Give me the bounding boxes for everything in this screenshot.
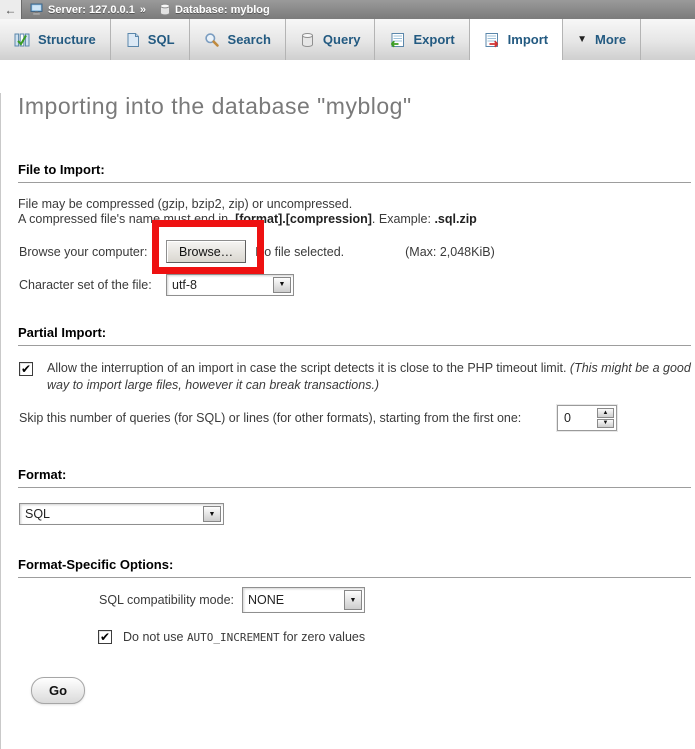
tab-query[interactable]: Query xyxy=(286,19,376,60)
checkmark-icon: ✔ xyxy=(100,632,110,642)
section-heading-format-specific: Format-Specific Options: xyxy=(18,557,691,578)
tab-export[interactable]: Export xyxy=(375,19,469,60)
max-upload-size: (Max: 2,048KiB) xyxy=(405,245,495,259)
compression-note: File may be compressed (gzip, bzip2, zip… xyxy=(18,197,695,212)
charset-label: Character set of the file: xyxy=(19,278,166,292)
tab-label: Export xyxy=(413,32,454,47)
import-icon xyxy=(484,32,500,48)
spin-up-icon[interactable]: ▲ xyxy=(597,408,614,418)
page-title: Importing into the database "myblog" xyxy=(18,93,695,120)
database-icon xyxy=(159,3,171,16)
tab-more[interactable]: ▼ More xyxy=(563,19,641,60)
breadcrumb-bar: ← Server: 127.0.0.1 » Database: myblog xyxy=(0,0,695,19)
tab-label: SQL xyxy=(148,32,175,47)
auto-increment-label: Do not use AUTO_INCREMENT for zero value… xyxy=(123,630,365,644)
sql-compatibility-select[interactable]: NONE ▼ xyxy=(242,587,365,613)
chevron-down-icon[interactable]: ▼ xyxy=(344,590,362,610)
allow-interruption-label: Allow the interruption of an import in c… xyxy=(47,360,691,393)
skip-queries-value: 0 xyxy=(558,406,595,430)
back-button[interactable]: ← xyxy=(0,0,22,19)
allow-interruption-checkbox[interactable]: ✔ xyxy=(19,362,33,376)
browse-label: Browse your computer: xyxy=(19,245,166,259)
allow-interruption-row: ✔ Allow the interruption of an import in… xyxy=(19,360,691,393)
server-icon xyxy=(30,3,44,16)
back-arrow-icon: ← xyxy=(5,3,17,17)
tab-label: Import xyxy=(508,32,548,47)
file-upload-row: Browse your computer: Browse… No file se… xyxy=(19,239,695,264)
tab-import[interactable]: Import xyxy=(470,19,563,60)
search-icon xyxy=(204,32,220,48)
auto-increment-row: ✔ Do not use AUTO_INCREMENT for zero val… xyxy=(98,630,695,644)
chevron-down-icon[interactable]: ▼ xyxy=(203,506,221,522)
sql-compatibility-row: SQL compatibility mode: NONE ▼ xyxy=(99,587,695,613)
tab-search[interactable]: Search xyxy=(190,19,286,60)
query-icon xyxy=(300,32,315,48)
chevron-down-icon[interactable]: ▼ xyxy=(273,277,291,293)
skip-queries-stepper[interactable]: 0 ▲ ▼ xyxy=(557,405,617,431)
tab-sql[interactable]: SQL xyxy=(111,19,190,60)
sql-compatibility-label: SQL compatibility mode: xyxy=(99,593,234,607)
chevron-down-icon: ▼ xyxy=(577,35,587,45)
checkmark-icon: ✔ xyxy=(21,364,31,374)
tab-label: Structure xyxy=(38,32,96,47)
go-button[interactable]: Go xyxy=(31,677,85,704)
format-select[interactable]: SQL ▼ xyxy=(19,503,224,525)
tab-label: More xyxy=(595,32,626,47)
spin-down-icon[interactable]: ▼ xyxy=(597,419,614,429)
filename-note: A compressed file's name must end in .[f… xyxy=(18,212,695,227)
breadcrumb-database[interactable]: Database: myblog xyxy=(175,4,270,16)
export-icon xyxy=(389,32,405,48)
tab-label: Search xyxy=(228,32,271,47)
tab-structure[interactable]: Structure xyxy=(0,19,111,60)
browse-button[interactable]: Browse… xyxy=(166,240,246,263)
structure-icon xyxy=(14,32,30,48)
skip-queries-label: Skip this number of queries (for SQL) or… xyxy=(19,411,521,425)
breadcrumb-separator: » xyxy=(140,4,146,16)
tab-bar: Structure SQL Search Query xyxy=(0,19,695,60)
import-page: Importing into the database "myblog" Fil… xyxy=(0,93,695,749)
sql-compatibility-value: NONE xyxy=(243,588,342,612)
format-selected-value: SQL xyxy=(20,504,201,524)
charset-row: Character set of the file: utf-8 ▼ xyxy=(19,273,695,296)
sql-icon xyxy=(125,32,140,48)
auto-increment-checkbox[interactable]: ✔ xyxy=(98,630,112,644)
breadcrumb-server[interactable]: Server: 127.0.0.1 xyxy=(48,4,135,16)
no-file-selected-text: No file selected. xyxy=(255,245,344,259)
charset-selected-value: utf-8 xyxy=(167,275,271,295)
section-heading-partial-import: Partial Import: xyxy=(18,325,691,346)
section-heading-format: Format: xyxy=(18,467,691,488)
tab-label: Query xyxy=(323,32,361,47)
charset-select[interactable]: utf-8 ▼ xyxy=(166,274,294,296)
skip-queries-row: Skip this number of queries (for SQL) or… xyxy=(19,405,695,431)
section-heading-file-to-import: File to Import: xyxy=(18,162,691,183)
